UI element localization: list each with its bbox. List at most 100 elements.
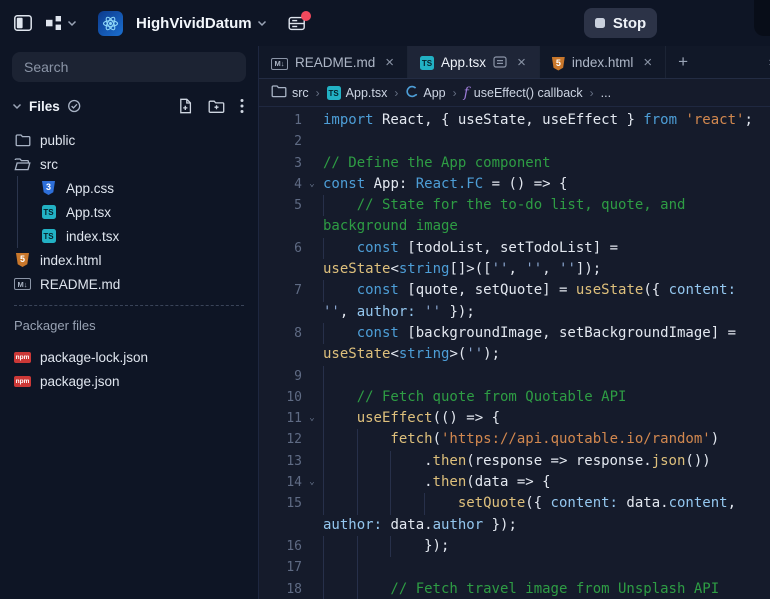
breadcrumb-item[interactable]: src — [271, 84, 309, 101]
fold-slot — [304, 131, 320, 152]
file-tree-item-public[interactable]: public — [0, 128, 258, 152]
line-number: 18 — [286, 581, 302, 597]
fold-slot — [304, 110, 320, 131]
breadcrumb-item[interactable]: f useEffect() callback — [464, 86, 583, 100]
code-line-5[interactable]: 5 // State for the to-do list, quote, and — [259, 195, 770, 217]
fold-slot — [304, 451, 320, 472]
fold-chevron-icon[interactable]: ⌄ — [304, 472, 320, 493]
code-text: useState<string[]>(['', '', '']); — [323, 261, 602, 278]
code-text: useState<string>(''); — [323, 346, 501, 363]
code-line-17[interactable]: 17 — [259, 557, 770, 579]
indent-guide — [323, 578, 357, 599]
kebab-menu-icon[interactable] — [240, 98, 244, 114]
md-icon: M↓ — [14, 278, 31, 290]
code-text: const [quote, setQuote] = useState({ con… — [323, 280, 736, 302]
code-line-wrap[interactable]: author: data.author }); — [259, 515, 770, 536]
tab-close-icon[interactable]: × — [514, 55, 529, 70]
breadcrumb: src › TS App.tsx › App › f useEffect() callback ›… — [259, 79, 770, 107]
code-line-6[interactable]: 6 const [todoList, setTodoList] = — [259, 237, 770, 260]
code-line-wrap[interactable]: useState<string[]>(['', '', '']); — [259, 259, 770, 280]
npm-icon: npm — [14, 351, 31, 363]
indent-guide — [356, 493, 391, 515]
replit-workspace: { "colors": { "kw": "#4d9ed7", "pl": "#e… — [0, 0, 770, 599]
tab-readme-md[interactable]: M↓ README.md × — [259, 46, 409, 78]
fold-chevron-icon[interactable]: ⌄ — [304, 174, 320, 195]
file-tree-item-app-css[interactable]: 3 App.css — [0, 176, 258, 200]
line-number: 8 — [294, 325, 302, 341]
line-number: 4 — [294, 176, 302, 192]
fold-chevron-icon[interactable]: ⌄ — [304, 408, 320, 429]
code-line-12[interactable]: 12 fetch('https://api.quotable.io/random'… — [259, 429, 770, 451]
code-line-2[interactable]: 2 — [259, 131, 770, 152]
code-line-14[interactable]: 14 ⌄ .then(data => { — [259, 472, 770, 494]
new-file-icon[interactable] — [178, 98, 193, 114]
packager-item-package-json[interactable]: npm package.json — [0, 369, 258, 393]
file-label: src — [40, 156, 58, 172]
file-info-icon[interactable] — [493, 56, 507, 68]
app-avatar[interactable] — [98, 10, 123, 36]
code-line-3[interactable]: 3 // Define the App component — [259, 153, 770, 174]
code-line-1[interactable]: 1 import React, { useState, useEffect } f… — [259, 110, 770, 131]
breadcrumb-item[interactable]: TS App.tsx — [326, 85, 387, 101]
line-number: 13 — [286, 453, 302, 469]
code-line-wrap[interactable]: '', author: '' }); — [259, 302, 770, 323]
tab-close-icon[interactable]: × — [640, 55, 655, 70]
stop-button[interactable]: Stop — [584, 8, 657, 38]
code-line-16[interactable]: 16}); — [259, 535, 770, 558]
tab-index-html[interactable]: 5 index.html × — [540, 46, 667, 78]
file-tree-item-index-tsx[interactable]: TS index.tsx — [0, 224, 258, 248]
breadcrumb-item[interactable]: ... — [601, 86, 611, 100]
indent-guide — [356, 578, 391, 599]
npm-icon: npm — [14, 375, 31, 387]
workspace-layout-menu[interactable] — [45, 15, 77, 31]
code-editor[interactable]: 1 import React, { useState, useEffect } f… — [259, 107, 770, 599]
code-line-wrap[interactable]: background image — [259, 216, 770, 237]
fold-slot — [304, 344, 320, 365]
editor-pane: M↓ README.md × TS App.tsx × 5 index.html × + › src… — [258, 46, 770, 599]
code-text: }); — [323, 535, 449, 558]
file-tree-item-index-html[interactable]: 5 index.html — [0, 248, 258, 272]
code-line-11[interactable]: 11 ⌄ useEffect(() => { — [259, 408, 770, 430]
files-title: Files — [29, 98, 60, 114]
breadcrumb-label: ... — [600, 85, 612, 100]
code-text: .then(data => { — [323, 472, 551, 494]
tab-app-tsx[interactable]: TS App.tsx × — [408, 46, 540, 78]
search-input[interactable] — [12, 52, 246, 82]
code-text: '', author: '' }); — [323, 303, 475, 320]
line-number: 2 — [294, 134, 302, 150]
packager-item-package-lock-json[interactable]: npm package-lock.json — [0, 345, 258, 369]
indent-guide — [323, 472, 357, 494]
new-tab-button[interactable]: + — [666, 46, 700, 78]
code-line-15[interactable]: 15 setQuote({ content: data.content, — [259, 493, 770, 515]
indent-guide — [390, 493, 424, 515]
file-tree-item-readme-md[interactable]: M↓ README.md — [0, 272, 258, 296]
code-line-7[interactable]: 7 const [quote, setQuote] = useState({ co… — [259, 280, 770, 302]
new-folder-icon[interactable] — [208, 99, 225, 114]
indent-guide — [323, 408, 357, 430]
file-tree-item-src[interactable]: src — [0, 152, 258, 176]
sidebar-toggle-icon[interactable] — [14, 15, 32, 31]
file-label: index.html — [40, 252, 102, 268]
code-line-13[interactable]: 13 .then(response => response.json()) — [259, 450, 770, 473]
packager-file-list: npm package-lock.json npm package.json — [0, 345, 258, 393]
function-icon: f — [463, 84, 469, 101]
folder-icon — [14, 133, 31, 147]
html-icon: 5 — [551, 54, 565, 71]
code-line-4[interactable]: 4 ⌄ const App: React.FC = () => { — [259, 174, 770, 195]
code-line-9[interactable]: 9 — [259, 365, 770, 387]
indent-guide — [323, 557, 357, 579]
breadcrumb-separator: › — [394, 85, 399, 100]
code-line-wrap[interactable]: useState<string>(''); — [259, 344, 770, 365]
code-line-18[interactable]: 18 // Fetch travel image from Unsplash AP… — [259, 578, 770, 599]
code-line-8[interactable]: 8 const [backgroundImage, setBackgroundIm… — [259, 322, 770, 345]
notifications-button[interactable] — [288, 10, 311, 32]
ts-icon: TS — [420, 54, 435, 71]
breadcrumb-item[interactable]: App — [405, 85, 446, 101]
file-tree-item-app-tsx[interactable]: TS App.tsx — [0, 200, 258, 224]
chevron-down-icon[interactable] — [12, 103, 22, 110]
app-title-menu[interactable]: HighVividDatum — [136, 15, 267, 32]
tab-close-icon[interactable]: × — [382, 55, 397, 70]
fold-slot — [304, 429, 320, 450]
code-line-10[interactable]: 10 // Fetch quote from Quotable API — [259, 386, 770, 409]
fold-slot — [304, 238, 320, 259]
